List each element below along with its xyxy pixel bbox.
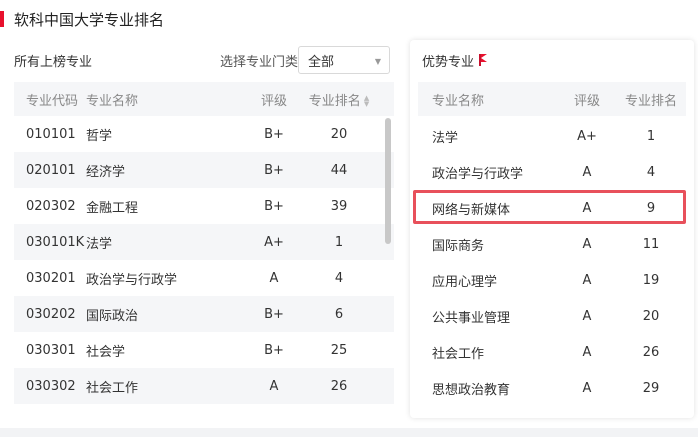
major-rank: 44: [330, 162, 348, 178]
major-rank: 20: [330, 126, 348, 142]
major-name: 法学: [86, 236, 113, 252]
all-majors-title: 所有上榜专业: [14, 54, 93, 70]
category-select[interactable]: 全部 ▼: [298, 46, 390, 74]
table-row[interactable]: 社会工作 A 26: [418, 334, 686, 370]
featured-majors-panel: 优势专业 专业名称 评级 专业排名 法学 A+ 1 政治学与行政学 A 4 网络…: [410, 40, 694, 418]
major-rank: 26: [330, 378, 348, 394]
all-majors-panel: 所有上榜专业 选择专业门类 全部 ▼ 专业代码 专业名称 评级 专业排名 ▲ ▼ 0…: [0, 40, 398, 430]
table-row[interactable]: 政治学与行政学 A 4: [418, 154, 686, 190]
major-name: 经济学: [86, 164, 126, 180]
major-name: 哲学: [86, 128, 113, 144]
featured-majors-title: 优势专业: [422, 54, 475, 70]
major-code: 030202: [26, 306, 76, 322]
major-code: 020302: [26, 198, 76, 214]
col-grade-header: 评级: [260, 93, 287, 109]
table-row[interactable]: 020101 经济学 B+ 44: [14, 152, 394, 188]
major-code: 010101: [26, 126, 76, 142]
major-rank: 19: [642, 272, 660, 288]
major-grade: B+: [264, 198, 284, 214]
major-grade: A: [582, 380, 592, 396]
major-rank: 1: [646, 128, 656, 144]
major-grade: A: [269, 378, 279, 394]
all-majors-table-header: 专业代码 专业名称 评级 专业排名 ▲ ▼: [14, 82, 394, 116]
major-grade: A+: [264, 234, 284, 250]
highlight-box: [413, 190, 686, 224]
major-name: 应用心理学: [432, 274, 498, 290]
major-rank: 39: [330, 198, 348, 214]
major-code: 030302: [26, 378, 76, 394]
featured-majors-table-header: 专业名称 评级 专业排名: [418, 82, 686, 116]
major-grade: A+: [577, 128, 597, 144]
col-code-header: 专业代码: [26, 93, 79, 109]
major-grade: A: [269, 270, 279, 286]
major-code: 030301: [26, 342, 76, 358]
major-code: 020101: [26, 162, 76, 178]
featured-majors-header: 优势专业: [422, 40, 490, 80]
table-row[interactable]: 010101 哲学 B+ 20: [14, 116, 394, 152]
major-grade: A: [582, 308, 592, 324]
major-name: 金融工程: [86, 200, 139, 216]
title-accent-bar: [0, 11, 4, 27]
table-row[interactable]: 030201 政治学与行政学 A 4: [14, 260, 394, 296]
category-filter-label: 选择专业门类: [219, 55, 298, 70]
major-rank: 4: [646, 164, 656, 180]
major-rank: 29: [642, 380, 660, 396]
table-row[interactable]: 030202 国际政治 B+ 6: [14, 296, 394, 332]
major-grade: B+: [264, 306, 284, 322]
flag-icon: [478, 54, 490, 66]
major-grade: A: [582, 344, 592, 360]
major-rank: 11: [642, 236, 660, 252]
table-row[interactable]: 应用心理学 A 19: [418, 262, 686, 298]
major-rank: 6: [334, 306, 344, 322]
major-grade: B+: [264, 126, 284, 142]
sort-icon[interactable]: ▲ ▼: [364, 95, 369, 108]
major-name: 社会学: [86, 344, 126, 360]
major-grade: A: [582, 164, 592, 180]
chevron-down-icon: ▼: [374, 57, 381, 66]
major-name: 社会工作: [86, 380, 139, 396]
col-grade-header: 评级: [573, 93, 600, 109]
table-row[interactable]: 国际商务 A 11: [418, 226, 686, 262]
page-title: 软科中国大学专业排名: [14, 10, 165, 29]
major-name: 社会工作: [432, 346, 485, 362]
col-name-header: 专业名称: [86, 93, 139, 109]
table-row[interactable]: 030101K 法学 A+ 1: [14, 224, 394, 260]
major-rank: 25: [330, 342, 348, 358]
table-scrollbar[interactable]: [385, 118, 391, 244]
table-row[interactable]: 030302 社会工作 A 26: [14, 368, 394, 404]
col-rank-header: 专业排名: [624, 93, 677, 109]
major-rank: 4: [334, 270, 344, 286]
table-row[interactable]: 020302 金融工程 B+ 39: [14, 188, 394, 224]
major-name: 国际政治: [86, 308, 139, 324]
major-rank: 20: [642, 308, 660, 324]
major-name: 法学: [432, 130, 459, 146]
col-rank-header[interactable]: 专业排名 ▲ ▼: [304, 90, 374, 109]
page-header: 软科中国大学专业排名: [0, 8, 164, 30]
major-code: 030201: [26, 270, 76, 286]
major-name: 政治学与行政学: [86, 272, 178, 288]
table-row[interactable]: 公共事业管理 A 20: [418, 298, 686, 334]
major-grade: A: [582, 236, 592, 252]
category-select-value: 全部: [308, 54, 335, 70]
table-row[interactable]: 法学 A+ 1: [418, 118, 686, 154]
major-name: 思想政治教育: [432, 382, 511, 398]
major-rank: 26: [642, 344, 660, 360]
table-row[interactable]: 030301 社会学 B+ 25: [14, 332, 394, 368]
col-rank-header-label: 专业排名: [308, 93, 361, 109]
major-grade: B+: [264, 342, 284, 358]
major-name: 政治学与行政学: [432, 166, 524, 182]
table-row[interactable]: 思想政治教育 A 29: [418, 370, 686, 406]
major-grade: A: [582, 272, 592, 288]
major-code: 030101K: [26, 234, 85, 250]
all-majors-table-body[interactable]: 010101 哲学 B+ 20 020101 经济学 B+ 44 020302 …: [14, 116, 394, 404]
major-name: 国际商务: [432, 238, 485, 254]
major-name: 公共事业管理: [432, 310, 511, 326]
col-name-header: 专业名称: [432, 93, 485, 109]
major-grade: B+: [264, 162, 284, 178]
featured-majors-table-body: 法学 A+ 1 政治学与行政学 A 4 网络与新媒体 A 9 国际商务 A 11…: [418, 118, 686, 406]
footer-divider: [0, 428, 698, 437]
major-rank: 1: [334, 234, 344, 250]
